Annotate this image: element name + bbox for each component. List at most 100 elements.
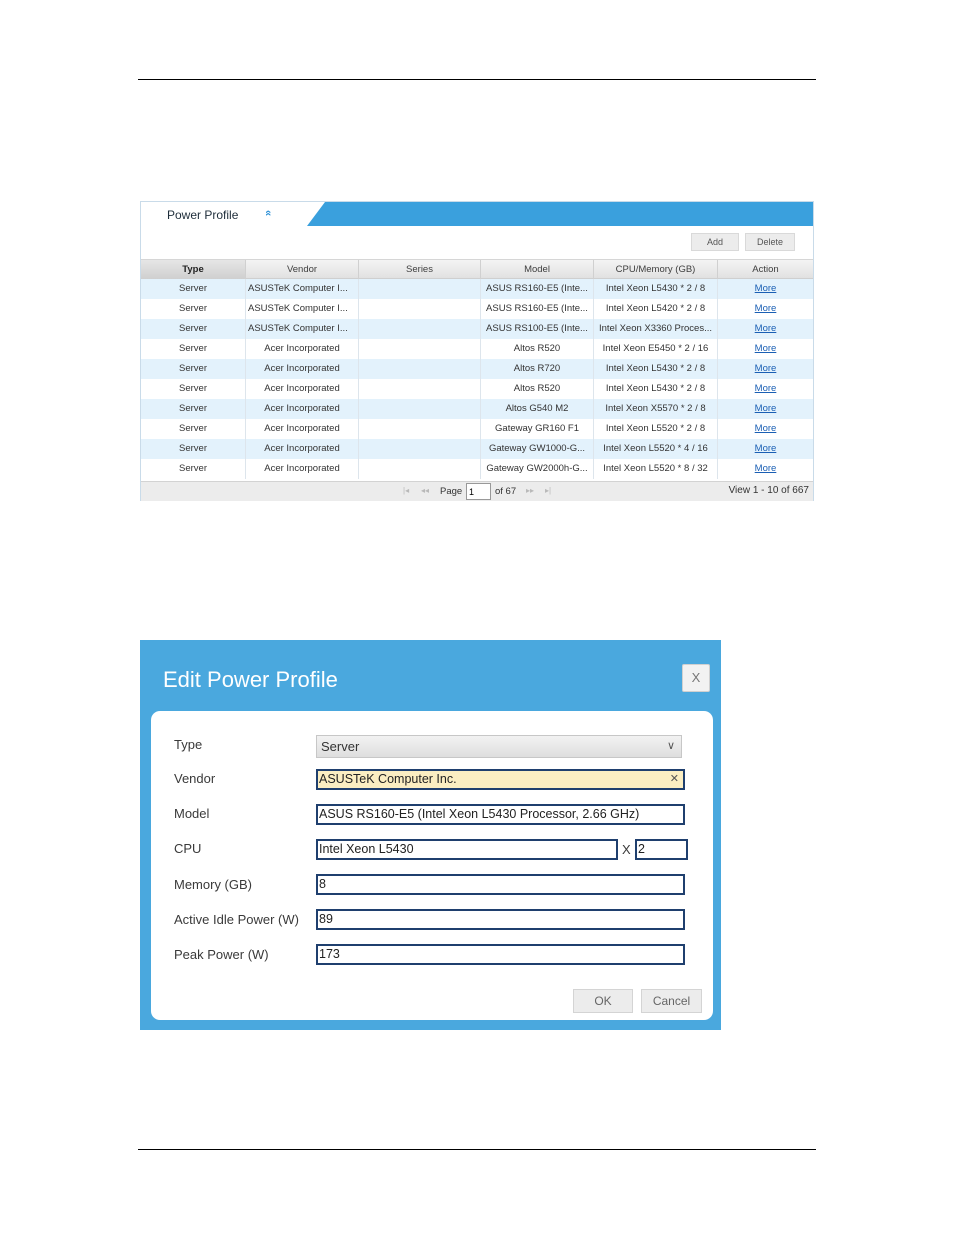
cell-vendor: Acer Incorporated [246, 459, 359, 479]
cell-cpu-memory: Intel Xeon L5430 * 2 / 8 [594, 359, 718, 379]
cell-action: More [718, 459, 813, 479]
cell-series [359, 299, 481, 319]
column-header-action[interactable]: Action [718, 260, 813, 279]
cell-action: More [718, 299, 813, 319]
ok-button[interactable]: OK [573, 989, 633, 1013]
cell-vendor: ASUSTeK Computer I... [246, 279, 359, 299]
idle-power-label: Active Idle Power (W) [174, 912, 299, 927]
cell-series [359, 439, 481, 459]
panel-header-bar: Power Profile « [141, 202, 813, 226]
edit-power-profile-dialog: Edit Power Profile X Type Server ∨ Vendo… [140, 640, 721, 1030]
more-link[interactable]: More [755, 283, 777, 294]
dialog-form: Type Server ∨ Vendor ASUSTeK Computer In… [151, 711, 713, 1020]
cell-type: Server [141, 439, 246, 459]
vendor-input[interactable]: ASUSTeK Computer Inc. ✕ [316, 769, 685, 790]
type-select[interactable]: Server ∨ [316, 735, 682, 758]
last-page-icon[interactable]: ▸| [545, 486, 551, 495]
cancel-button[interactable]: Cancel [641, 989, 702, 1013]
pager: |◂ ◂◂ Page of 67 ▸▸ ▸| View 1 - 10 of 66… [141, 481, 813, 501]
column-header-type[interactable]: Type [141, 260, 246, 279]
cell-type: Server [141, 399, 246, 419]
cell-action: More [718, 439, 813, 459]
cell-series [359, 279, 481, 299]
cell-type: Server [141, 459, 246, 479]
more-link[interactable]: More [755, 303, 777, 314]
close-button[interactable]: X [682, 664, 710, 692]
cell-series [359, 399, 481, 419]
vendor-label: Vendor [174, 771, 216, 786]
cell-type: Server [141, 339, 246, 359]
memory-input[interactable]: 8 [316, 874, 685, 895]
collapse-icon[interactable]: « [262, 210, 274, 216]
table-row[interactable]: Server Acer Incorporated Altos R520 Intel X… [141, 379, 813, 399]
more-link[interactable]: More [755, 403, 777, 414]
table-row[interactable]: Server ASUSTeK Computer I... ASUS RS160-E5… [141, 299, 813, 319]
peak-power-input[interactable]: 173 [316, 944, 685, 965]
footer-rule [138, 1149, 816, 1150]
table-row[interactable]: Server ASUSTeK Computer I... ASUS RS100-E5… [141, 319, 813, 339]
cell-cpu-memory: Intel Xeon X5570 * 2 / 8 [594, 399, 718, 419]
cell-vendor: Acer Incorporated [246, 419, 359, 439]
first-page-icon[interactable]: |◂ [403, 486, 409, 495]
column-header-vendor[interactable]: Vendor [246, 260, 359, 279]
page-number-input[interactable] [466, 483, 491, 500]
cell-vendor: Acer Incorporated [246, 359, 359, 379]
cell-action: More [718, 399, 813, 419]
cell-cpu-memory: Intel Xeon L5520 * 2 / 8 [594, 419, 718, 439]
chevron-down-icon: ∨ [666, 740, 675, 752]
column-header-series[interactable]: Series [359, 260, 481, 279]
cell-type: Server [141, 299, 246, 319]
cell-vendor: Acer Incorporated [246, 439, 359, 459]
add-button[interactable]: Add [691, 233, 739, 251]
clear-icon[interactable]: ✕ [670, 771, 679, 788]
next-page-icon[interactable]: ▸▸ [526, 486, 534, 495]
column-header-cpu-memory[interactable]: CPU/Memory (GB) [594, 260, 718, 279]
cell-series [359, 339, 481, 359]
more-link[interactable]: More [755, 323, 777, 334]
cell-cpu-memory: Intel Xeon L5430 * 2 / 8 [594, 379, 718, 399]
table-row[interactable]: Server ASUSTeK Computer I... ASUS RS160-E5… [141, 279, 813, 299]
cell-series [359, 379, 481, 399]
memory-label: Memory (GB) [174, 877, 252, 892]
header-rule [138, 79, 816, 80]
more-link[interactable]: More [755, 343, 777, 354]
table-row[interactable]: Server Acer Incorporated Altos R720 Intel X… [141, 359, 813, 379]
cell-model: ASUS RS160-E5 (Inte... [481, 299, 594, 319]
cell-type: Server [141, 279, 246, 299]
panel-tab: Power Profile « [141, 202, 325, 226]
delete-button[interactable]: Delete [745, 233, 795, 251]
cell-vendor: ASUSTeK Computer I... [246, 299, 359, 319]
cell-cpu-memory: Intel Xeon X3360 Proces... [594, 319, 718, 339]
type-label: Type [174, 737, 203, 752]
more-link[interactable]: More [755, 463, 777, 474]
cell-series [359, 419, 481, 439]
model-input[interactable]: ASUS RS160-E5 (Intel Xeon L5430 Processo… [316, 804, 685, 825]
more-link[interactable]: More [755, 423, 777, 434]
cell-action: More [718, 359, 813, 379]
table-row[interactable]: Server Acer Incorporated Gateway GW1000-G.… [141, 439, 813, 459]
idle-power-input[interactable]: 89 [316, 909, 685, 930]
cell-cpu-memory: Intel Xeon L5520 * 4 / 16 [594, 439, 718, 459]
more-link[interactable]: More [755, 443, 777, 454]
cell-model: Gateway GW1000-G... [481, 439, 594, 459]
table-row[interactable]: Server Acer Incorporated Altos G540 M2 Inte… [141, 399, 813, 419]
cell-model: Altos R720 [481, 359, 594, 379]
cpu-count-input[interactable]: 2 [635, 839, 688, 860]
more-link[interactable]: More [755, 363, 777, 374]
table-row[interactable]: Server Acer Incorporated Gateway GR160 F1 I… [141, 419, 813, 439]
cell-vendor: ASUSTeK Computer I... [246, 319, 359, 339]
table-row[interactable]: Server Acer Incorporated Altos R520 Intel X… [141, 339, 813, 359]
cpu-input[interactable]: Intel Xeon L5430 [316, 839, 618, 860]
column-header-model[interactable]: Model [481, 260, 594, 279]
dialog-title: Edit Power Profile [163, 667, 338, 692]
cell-cpu-memory: Intel Xeon L5520 * 8 / 32 [594, 459, 718, 479]
more-link[interactable]: More [755, 383, 777, 394]
cell-action: More [718, 279, 813, 299]
cell-model: Altos R520 [481, 379, 594, 399]
cell-cpu-memory: Intel Xeon L5420 * 2 / 8 [594, 299, 718, 319]
cell-series [359, 319, 481, 339]
cpu-multiplier-label: X [622, 842, 631, 857]
prev-page-icon[interactable]: ◂◂ [421, 486, 429, 495]
table-row[interactable]: Server Acer Incorporated Gateway GW2000h-G… [141, 459, 813, 479]
panel-title: Power Profile [167, 208, 239, 222]
